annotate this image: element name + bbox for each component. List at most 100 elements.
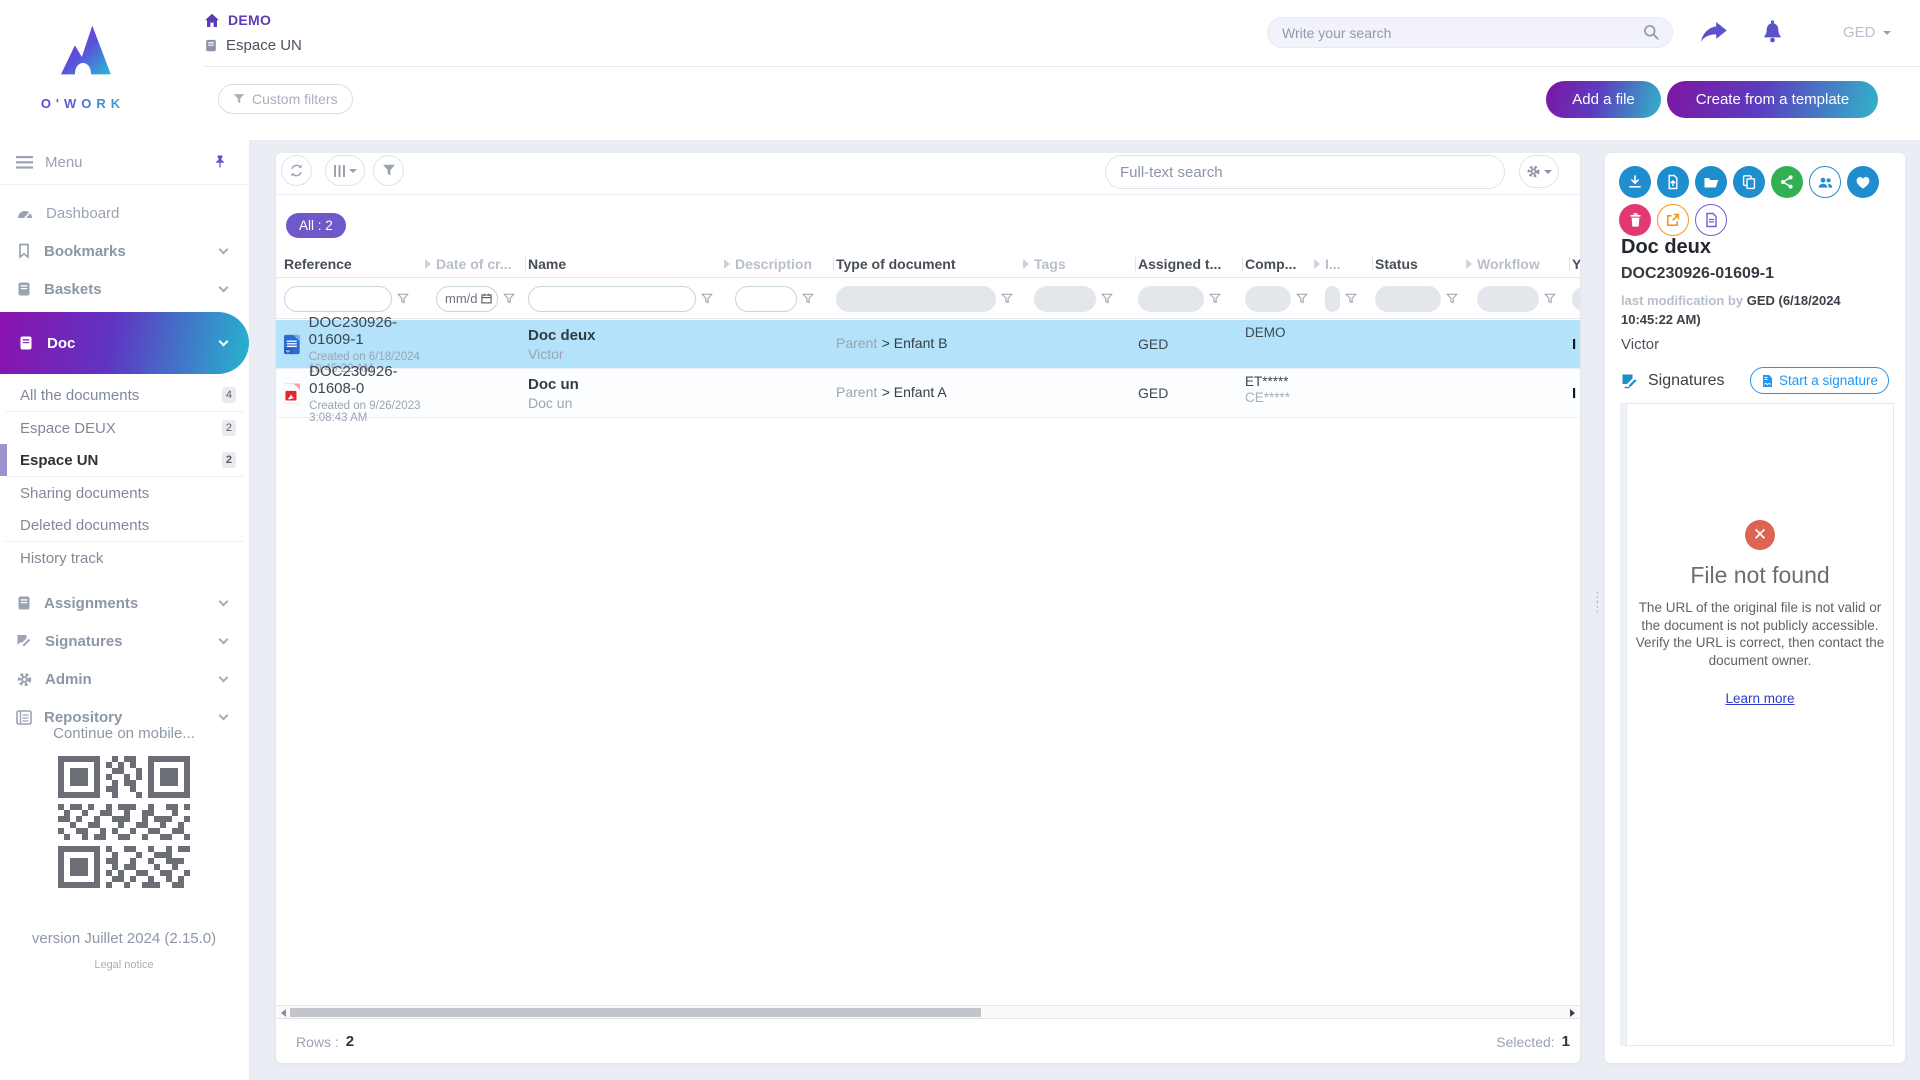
custom-filters-button[interactable]: Custom filters (218, 84, 353, 114)
file-error-title: File not found (1627, 562, 1893, 589)
sidebar-item-assignments[interactable]: Assignments (0, 584, 249, 622)
start-signature-button[interactable]: Start a signature (1750, 367, 1889, 394)
filter-tags-select[interactable] (1034, 286, 1096, 312)
column-header-assigned[interactable]: Assigned t... (1138, 256, 1245, 272)
app-logo[interactable]: O'WORK (38, 13, 128, 111)
column-header-i[interactable]: I... (1325, 256, 1375, 272)
document-preview-button[interactable] (1695, 204, 1727, 236)
filter-y (1572, 286, 1580, 312)
sidebar-item-bookmarks[interactable]: Bookmarks (0, 232, 249, 270)
breadcrumb-root[interactable]: DEMO (228, 12, 271, 28)
gear-icon (1526, 164, 1541, 179)
filter-button[interactable] (373, 155, 404, 186)
filter-funnel-icon[interactable] (1345, 293, 1357, 305)
columns-button[interactable] (325, 155, 365, 186)
tab-all[interactable]: All : 2 (286, 213, 346, 238)
global-search-input[interactable] (1282, 25, 1643, 41)
fulltext-search-input[interactable] (1120, 164, 1490, 181)
document-reference: DOC230926-01609-1 (309, 314, 436, 348)
filter-funnel-icon[interactable] (1544, 293, 1556, 305)
open-folder-button[interactable] (1695, 166, 1727, 198)
column-header-status[interactable]: Status (1375, 256, 1477, 272)
add-file-button[interactable]: Add a file (1546, 81, 1661, 118)
upload-file-button[interactable] (1657, 166, 1689, 198)
user-menu[interactable]: GED (1843, 24, 1891, 41)
favorite-button[interactable] (1847, 166, 1879, 198)
share-forward-icon[interactable] (1700, 22, 1728, 44)
filter-date-input[interactable] (436, 286, 498, 312)
sidebar-subitem-sharing-documents[interactable]: Sharing documents (0, 477, 249, 509)
filter-funnel-icon[interactable] (802, 293, 814, 305)
filter-assigned-select[interactable] (1138, 286, 1204, 312)
home-icon (204, 13, 220, 28)
filter-funnel-icon[interactable] (503, 293, 515, 305)
filter-name-input[interactable] (528, 286, 696, 312)
filter-funnel-icon[interactable] (701, 293, 713, 305)
column-header-company[interactable]: Comp... (1245, 256, 1325, 272)
copy-button[interactable] (1733, 166, 1765, 198)
column-header-name[interactable]: Name (528, 256, 735, 272)
column-header-reference[interactable]: Reference (284, 256, 436, 272)
filter-type-select[interactable] (836, 286, 996, 312)
sort-arrow-icon (1023, 259, 1029, 269)
sidebar-subitem-all-documents[interactable]: All the documents 4 (0, 379, 249, 411)
assignees-button[interactable] (1809, 166, 1841, 198)
filter-reference-input[interactable] (284, 286, 392, 312)
column-header-y[interactable]: Y... (1572, 256, 1580, 272)
sidebar-subitem-deleted-documents[interactable]: Deleted documents (0, 509, 249, 541)
table-row[interactable]: DOC230926-01608-0 Created on 9/26/2023 3… (276, 369, 1580, 418)
delete-button[interactable] (1619, 204, 1651, 236)
chevron-down-icon (219, 244, 229, 254)
learn-more-link[interactable]: Learn more (1725, 691, 1794, 706)
column-header-description[interactable]: Description (735, 256, 836, 272)
search-icon[interactable] (1643, 24, 1660, 41)
filter-i-select[interactable] (1325, 286, 1340, 312)
filter-description-input[interactable] (735, 286, 797, 312)
column-header-date[interactable]: Date of cr... (436, 256, 528, 272)
table-settings-button[interactable] (1519, 155, 1559, 188)
sidebar: Menu Dashboard Bookmarks Baskets (0, 140, 250, 1080)
document-name: Doc un (528, 376, 735, 393)
sidebar-item-baskets[interactable]: Baskets (0, 270, 249, 308)
filter-company-select[interactable] (1245, 286, 1291, 312)
filter-funnel-icon[interactable] (1101, 293, 1113, 305)
sidebar-item-doc[interactable]: Doc (0, 312, 249, 374)
create-from-template-button[interactable]: Create from a template (1667, 81, 1878, 118)
breadcrumb-space[interactable]: Espace UN (226, 37, 302, 54)
column-header-type[interactable]: Type of document (836, 256, 1034, 272)
column-header-tags[interactable]: Tags (1034, 256, 1138, 272)
header-divider (204, 66, 1920, 67)
filter-funnel-icon[interactable] (397, 293, 409, 305)
count-badge: 4 (222, 387, 236, 403)
sidebar-subitem-history-track[interactable]: History track (0, 542, 249, 574)
filter-status-select[interactable] (1375, 286, 1441, 312)
sidebar-item-signatures[interactable]: Signatures (0, 622, 249, 660)
legal-notice-link[interactable]: Legal notice (0, 959, 248, 971)
chevron-down-icon (219, 634, 229, 644)
pin-icon[interactable] (213, 154, 227, 170)
filter-funnel-icon[interactable] (1296, 293, 1308, 305)
filter-funnel-icon[interactable] (1001, 293, 1013, 305)
sidebar-subitem-espace-deux[interactable]: Espace DEUX 2 (0, 412, 249, 444)
scroll-left-arrow[interactable] (281, 1009, 286, 1017)
sidebar-subitem-espace-un[interactable]: Espace UN 2 (0, 444, 249, 476)
document-icon (1704, 212, 1719, 228)
open-in-new-button[interactable] (1657, 204, 1689, 236)
table-row[interactable]: W DOC230926-01609-1 Created on 6/18/2024… (276, 320, 1580, 369)
filter-funnel-icon[interactable] (1446, 293, 1458, 305)
refresh-button[interactable] (281, 155, 312, 186)
sidebar-item-dashboard[interactable]: Dashboard (0, 194, 249, 232)
filter-y-select[interactable] (1572, 286, 1580, 312)
scroll-right-arrow[interactable] (1570, 1009, 1575, 1017)
notifications-bell-icon[interactable] (1760, 17, 1785, 44)
filter-workflow-select[interactable] (1477, 286, 1539, 312)
share-button[interactable] (1771, 166, 1803, 198)
sidebar-menu-toggle[interactable]: Menu (0, 140, 249, 184)
download-button[interactable] (1619, 166, 1651, 198)
horizontal-scrollbar[interactable] (277, 1005, 1579, 1019)
filter-funnel-icon[interactable] (1209, 293, 1221, 305)
toolbar-divider (276, 194, 1580, 195)
scrollbar-thumb[interactable] (290, 1008, 981, 1017)
sidebar-item-admin[interactable]: Admin (0, 660, 249, 698)
column-header-workflow[interactable]: Workflow (1477, 256, 1572, 272)
